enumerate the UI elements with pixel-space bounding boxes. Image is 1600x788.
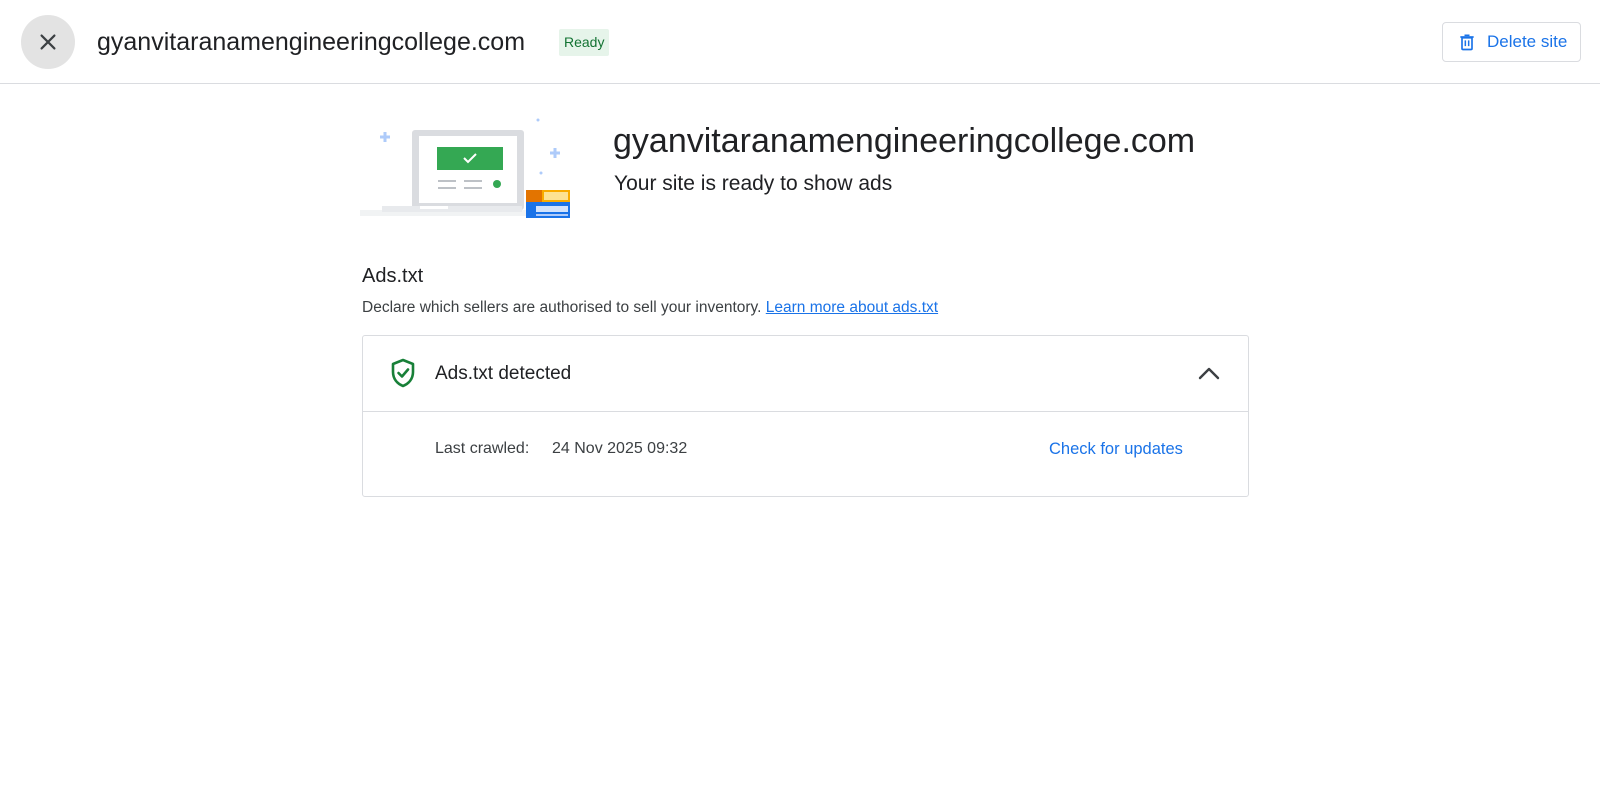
trash-icon bbox=[1457, 32, 1477, 52]
check-for-updates-button[interactable]: Check for updates bbox=[1049, 437, 1183, 461]
site-ready-illustration bbox=[360, 118, 570, 218]
close-icon bbox=[40, 34, 56, 50]
shield-check-icon bbox=[391, 358, 415, 388]
site-title: gyanvitaranamengineeringcollege.com bbox=[97, 28, 526, 56]
ads-txt-description: Declare which sellers are authorised to … bbox=[362, 297, 938, 319]
ads-txt-status-title: Ads.txt detected bbox=[435, 363, 572, 384]
delete-site-label: Delete site bbox=[1487, 32, 1568, 51]
ads-txt-panel: Ads.txt detected Last crawled: 24 Nov 20… bbox=[362, 335, 1249, 497]
close-button[interactable] bbox=[21, 15, 75, 69]
hero-site-title: gyanvitaranamengineeringcollege.com bbox=[613, 122, 1196, 160]
ads-txt-description-text: Declare which sellers are authorised to … bbox=[362, 299, 762, 316]
chevron-up-icon[interactable] bbox=[1196, 361, 1222, 387]
hero-subtitle: Your site is ready to show ads bbox=[614, 172, 893, 195]
ads-txt-heading: Ads.txt bbox=[362, 265, 424, 287]
ads-txt-panel-header[interactable]: Ads.txt detected bbox=[363, 336, 1248, 412]
learn-more-link[interactable]: Learn more about ads.txt bbox=[766, 299, 938, 316]
top-bar: gyanvitaranamengineeringcollege.com Read… bbox=[0, 0, 1600, 84]
last-crawled-value: 24 Nov 2025 09:32 bbox=[552, 440, 688, 457]
status-badge: Ready bbox=[559, 29, 610, 56]
delete-site-button[interactable]: Delete site bbox=[1442, 22, 1581, 62]
last-crawled-label: Last crawled: bbox=[435, 440, 530, 457]
